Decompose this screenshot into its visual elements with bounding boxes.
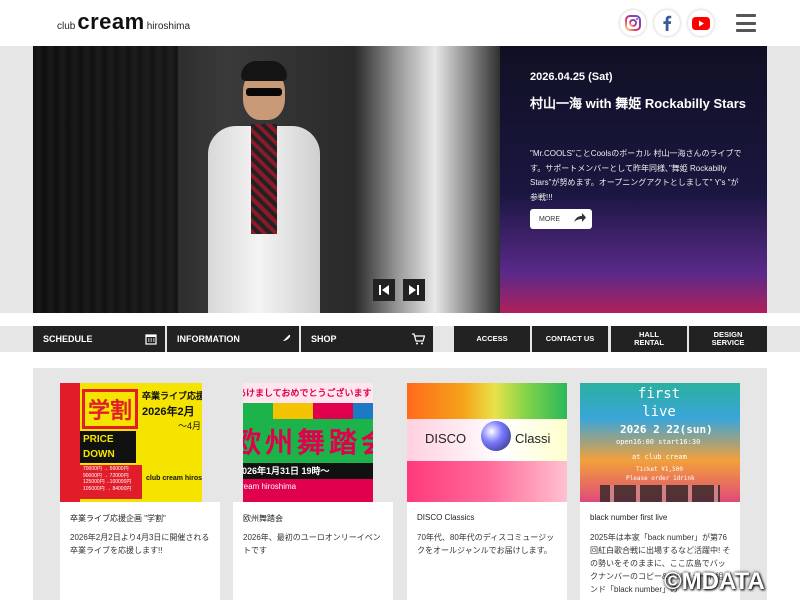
hero-description: "Mr.COOLS"ことCoolsのボーカル 村山一海さんのライブです。サポート… [530, 149, 742, 202]
more-button[interactable]: MORE [530, 209, 592, 229]
disco-ball-icon [481, 421, 511, 451]
event-card[interactable]: DISCO Classi DISCO Classics 70年代、80年代のディ… [407, 383, 567, 600]
nav-schedule[interactable]: SCHEDULE [33, 326, 165, 352]
event-card-title[interactable]: 欧州舞踏会 [243, 513, 283, 524]
event-card-image[interactable]: DISCO Classi [407, 383, 567, 502]
skip-next-icon [409, 285, 419, 295]
hero-left-gutter [0, 46, 33, 313]
hero-blur-image [355, 46, 500, 313]
site-logo[interactable]: club cream hiroshima [57, 11, 190, 33]
nav-design-service[interactable]: DESIGN SERVICE [689, 326, 767, 352]
hero-info-panel: 2026.04.25 (Sat) 村山一海 with 舞姫 Rockabilly… [500, 46, 767, 313]
skip-previous-icon [379, 285, 389, 295]
nav-information[interactable]: INFORMATION [167, 326, 299, 352]
nav-schedule-label: SCHEDULE [43, 334, 93, 344]
event-card-title[interactable]: 卒業ライブ応援企画 "学割" [70, 513, 166, 524]
cart-icon [412, 333, 426, 347]
gakuwari-badge: 学割 [82, 389, 138, 429]
event-card-description: 70年代、80年代のディスコミュージックをオールジャンルでお届けします。 [417, 533, 555, 555]
nav-shop[interactable]: SHOP [301, 326, 433, 352]
nav-hall-label: HALL RENTAL [634, 329, 664, 347]
nav-hall-rental[interactable]: HALL RENTAL [611, 326, 687, 352]
watermark-text: ©MDATA [664, 568, 765, 595]
event-card-image[interactable]: あけましておめでとうございます 欧州舞踏会 2026年1月31日 19時～ cr… [233, 383, 393, 502]
event-card-image[interactable]: 学割 卒業ライブ応援 2026年2月 ～4月 PRICE DOWN 20%OFF… [60, 383, 220, 502]
nav-shop-label: SHOP [311, 334, 337, 344]
event-card[interactable]: あけましておめでとうございます 欧州舞踏会 2026年1月31日 19時～ cr… [233, 383, 393, 600]
event-card-description: 2026年2月2日より4月3日に開催される卒業ライブを応援します!! [70, 533, 210, 555]
feather-icon [279, 333, 291, 347]
event-card-title[interactable]: black number first live [590, 513, 667, 522]
nav-access-label: ACCESS [476, 333, 508, 343]
logo-cream-text: cream [77, 9, 145, 34]
event-card-image[interactable]: first live 2026 2 22(sun) open16:00 star… [580, 383, 740, 502]
logo-club-text: club [57, 21, 76, 32]
site-header: club cream hiroshima [0, 0, 800, 46]
arrow-right-icon [573, 212, 587, 226]
event-card[interactable]: 学割 卒業ライブ応援 2026年2月 ～4月 PRICE DOWN 20%OFF… [60, 383, 220, 600]
youtube-icon[interactable] [688, 10, 714, 36]
more-button-label: MORE [539, 215, 560, 223]
nav-access[interactable]: ACCESS [454, 326, 530, 352]
logo-hiroshima-text: hiroshima [146, 21, 191, 32]
hero-date: 2026.04.25 (Sat) [530, 71, 613, 83]
nav-information-label: INFORMATION [177, 334, 240, 344]
hero-title: 村山一海 with 舞姫 Rockabilly Stars [530, 96, 746, 111]
hamburger-menu-icon[interactable] [736, 14, 756, 32]
event-card-title[interactable]: DISCO Classics [417, 513, 474, 522]
nav-contact-us[interactable]: CONTACT US [532, 326, 608, 352]
hero-photo[interactable] [33, 46, 355, 313]
hero-right-gutter [767, 46, 800, 313]
slider-next-button[interactable] [403, 279, 425, 301]
facebook-icon[interactable] [654, 10, 680, 36]
event-card-description: 2026年、最初のユーロオンリーイベントです [243, 533, 381, 555]
calendar-icon [145, 333, 157, 347]
instagram-icon[interactable] [620, 10, 646, 36]
nav-contact-label: CONTACT US [545, 333, 595, 343]
slider-prev-button[interactable] [373, 279, 395, 301]
hero-slider: 2026.04.25 (Sat) 村山一海 with 舞姫 Rockabilly… [0, 46, 800, 313]
nav-design-label: DESIGN SERVICE [711, 329, 745, 347]
